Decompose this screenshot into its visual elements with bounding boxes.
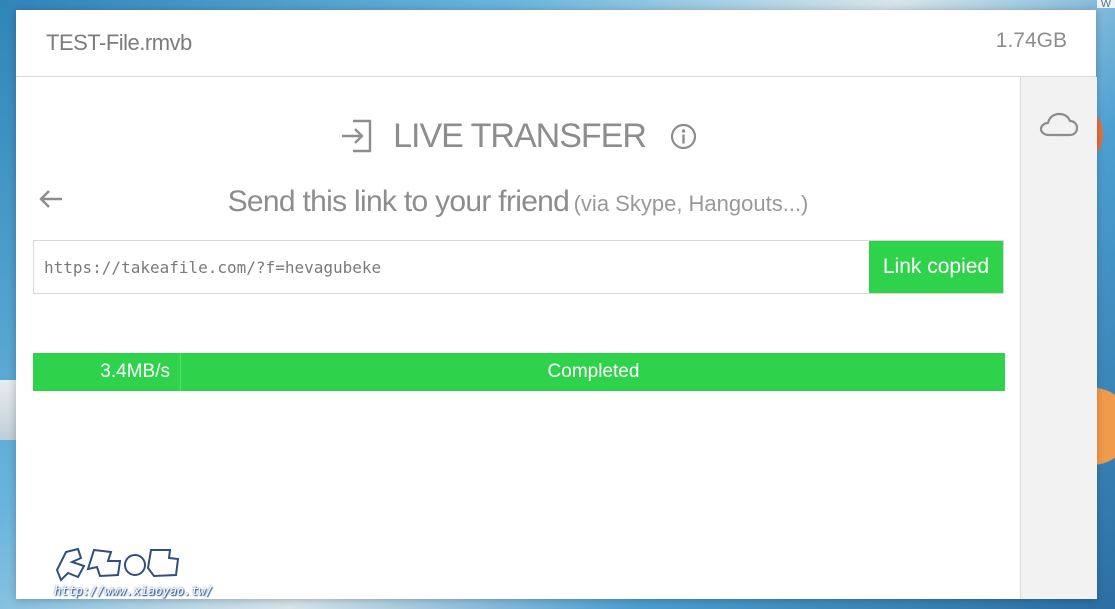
- share-instruction-sub: (via Skype, Hangouts...): [573, 191, 809, 216]
- background-edge: [0, 380, 16, 440]
- transfer-title-row: LIVE TRANSFER: [16, 107, 1020, 165]
- transfer-panel: LIVE TRANSFER Send this link to your fri…: [16, 77, 1020, 599]
- file-name: TEST-File.rmvb: [46, 30, 192, 55]
- copy-link-button[interactable]: Link copied: [869, 241, 1003, 293]
- info-icon[interactable]: [670, 123, 697, 150]
- page-title: LIVE TRANSFER: [393, 116, 647, 155]
- background-corner-text: W: [1097, 0, 1115, 8]
- share-link-row: Link copied: [33, 240, 1004, 294]
- watermark-url: http://www.xiaoyao.tw/: [54, 584, 213, 598]
- transfer-status: Completed: [547, 361, 640, 382]
- file-size: 1.74GB: [995, 29, 1067, 52]
- share-link-input[interactable]: [34, 241, 870, 293]
- transfer-progress-bar: 3.4MB/s Completed: [33, 353, 1005, 391]
- cloud-icon[interactable]: [1039, 111, 1079, 139]
- file-header: TEST-File.rmvb 1.74GB: [16, 10, 1096, 77]
- right-sidebar: [1020, 77, 1097, 599]
- share-instruction-main: Send this link to your friend: [227, 185, 570, 218]
- share-instruction: Send this link to your friend (via Skype…: [16, 185, 1020, 219]
- transfer-speed: 3.4MB/s: [33, 353, 181, 391]
- live-transfer-dialog: TEST-File.rmvb 1.74GB LIVE TRANSFER Send…: [16, 10, 1097, 599]
- transfer-in-icon: [342, 119, 372, 153]
